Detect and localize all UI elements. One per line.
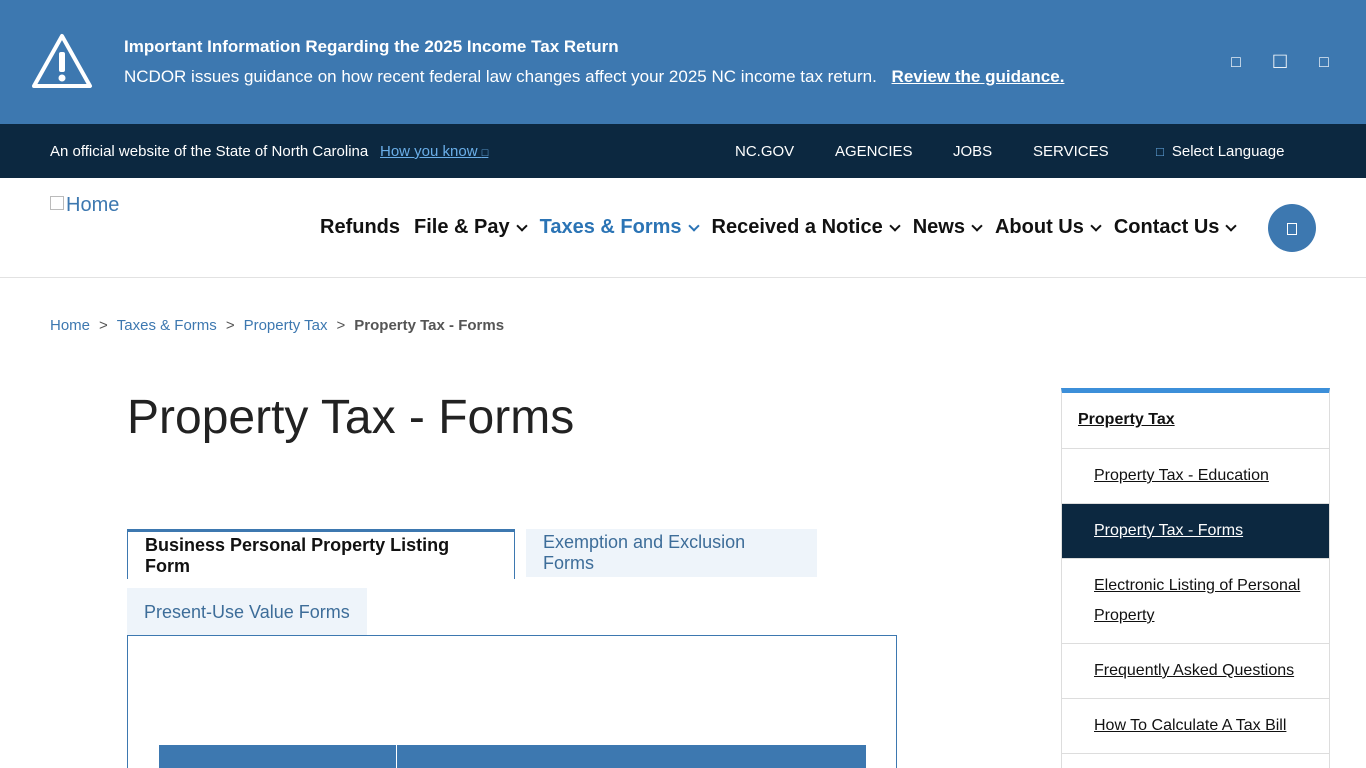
tab-label: Business Personal Property Listing Form [145,534,450,576]
nav-label: File & Pay [414,216,510,238]
tab-panel [127,635,897,768]
alert-title: Important Information Regarding the 2025… [124,37,619,56]
nav-label: Taxes & Forms [539,216,682,238]
services-link[interactable]: SERVICES [1033,143,1109,160]
logo-alt-text: Home [66,194,120,216]
alert-next-icon[interactable]: □ [1314,52,1334,74]
official-text: An official website of the State of Nort… [50,143,369,160]
search-button[interactable] [1268,204,1316,252]
select-language-button[interactable]: □ Select Language [1156,143,1284,160]
sidebar-item-calculate-tax-bill[interactable]: How To Calculate A Tax Bill [1062,699,1329,754]
site-header: Home Refunds File & Pay Taxes & Forms Re… [0,178,1366,278]
column-divider [396,745,397,768]
alert-prev-icon[interactable]: □ [1226,52,1246,74]
chevron-down-icon [1225,219,1238,232]
alert-body-text: NCDOR issues guidance on how recent fede… [124,67,877,86]
ncgov-link[interactable]: NC.GOV [735,143,794,160]
alert-pause-icon[interactable]: □ [1270,50,1290,72]
jobs-link[interactable]: JOBS [953,143,992,160]
nav-item-taxes-forms[interactable]: Taxes & Forms [539,216,700,239]
chevron-down-icon [971,219,983,232]
sidebar-item-electronic-listing[interactable]: Electronic Listing of Personal Property [1062,559,1329,644]
nav-item-news[interactable]: News [912,216,983,239]
alert-review-link[interactable]: Review the guidance. [892,67,1065,86]
sidebar-item-forms[interactable]: Property Tax - Forms [1062,504,1329,559]
chevron-down-icon: □ [481,147,489,159]
alert-banner: Important Information Regarding the 2025… [0,0,1366,124]
home-logo[interactable]: Home [50,194,119,217]
alert-body: NCDOR issues guidance on how recent fede… [124,67,1064,87]
chevron-down-icon [515,219,528,232]
agencies-link[interactable]: AGENCIES [835,143,913,160]
tab-present-use-value[interactable]: Present-Use Value Forms [127,588,367,636]
how-you-know-link[interactable]: How you know □ [380,143,488,160]
breadcrumb-home[interactable]: Home [50,317,90,334]
sidebar-item-faq[interactable]: Frequently Asked Questions [1062,644,1329,699]
breadcrumb-taxes-forms[interactable]: Taxes & Forms [117,317,217,334]
breadcrumb: Home > Taxes & Forms > Property Tax > Property… [50,317,504,334]
chevron-down-icon [687,219,700,232]
broken-image-icon [50,196,64,210]
nav-label: Contact Us [1113,216,1220,238]
nav-label: Refunds [320,216,400,238]
nav-item-received-notice[interactable]: Received a Notice [711,216,901,239]
tab-business-personal-property[interactable]: Business Personal Property Listing Form [127,529,515,579]
warning-triangle-icon [32,34,92,88]
breadcrumb-separator: > [225,317,235,334]
tab-label: Exemption and Exclusion Forms [543,532,746,573]
chevron-down-icon [1090,219,1102,232]
breadcrumb-separator: > [336,317,346,334]
breadcrumb-current: Property Tax - Forms [354,317,505,334]
nav-item-about-us[interactable]: About Us [994,216,1102,239]
breadcrumb-property-tax[interactable]: Property Tax [244,317,328,334]
breadcrumb-separator: > [99,317,108,334]
nav-label: News [912,216,965,238]
table-header [159,745,866,768]
nav-item-contact-us[interactable]: Contact Us [1113,216,1238,239]
sidebar-nav: Property Tax Property Tax - Education Pr… [1061,388,1330,768]
nav-item-refunds[interactable]: Refunds [320,216,400,239]
nav-item-file-pay[interactable]: File & Pay [414,216,528,239]
how-you-know-label: How you know [380,143,478,160]
sidebar-heading[interactable]: Property Tax [1062,393,1329,449]
select-language-label: Select Language [1171,143,1285,160]
official-bar: An official website of the State of Nort… [0,124,1366,178]
tab-exemption-exclusion[interactable]: Exemption and Exclusion Forms [526,529,817,577]
chevron-down-icon [889,219,901,232]
search-icon [1287,223,1297,235]
nav-label: Received a Notice [711,216,883,238]
nav-label: About Us [994,216,1084,238]
main-nav: Refunds File & Pay Taxes & Forms Receive… [320,216,1249,239]
page-title: Property Tax - Forms [127,391,575,444]
globe-icon: □ [1156,144,1164,159]
sidebar-item-education[interactable]: Property Tax - Education [1062,449,1329,504]
tab-label: Present-Use Value Forms [144,601,350,622]
